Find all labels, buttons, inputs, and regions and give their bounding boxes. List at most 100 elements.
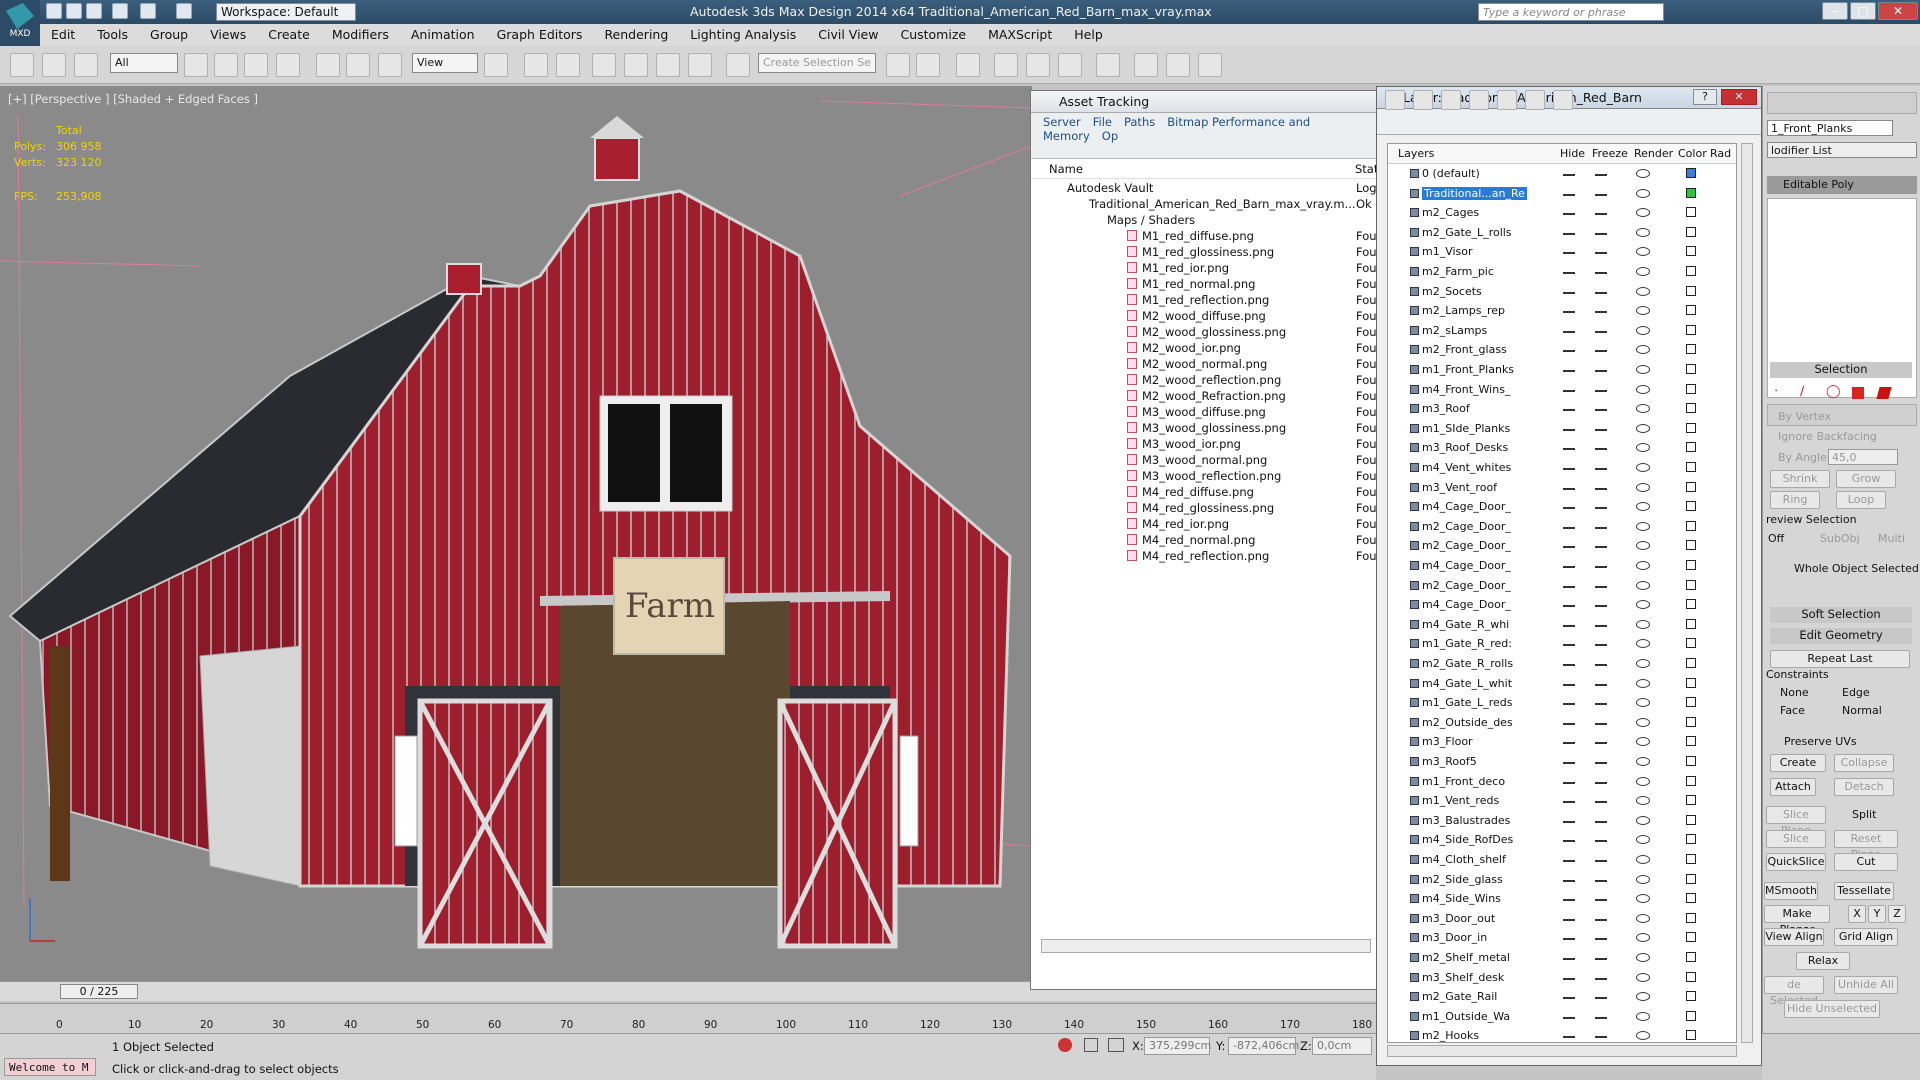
constraint-face-radio[interactable]: Face — [1780, 704, 1805, 717]
layer-v-scrollbar[interactable] — [1741, 143, 1753, 1043]
layer-row[interactable]: m2_Hooks — [1388, 1026, 1728, 1042]
unlink-icon[interactable] — [42, 53, 66, 77]
freeze-toggle[interactable] — [1595, 507, 1607, 510]
repeat-last-button[interactable]: Repeat Last — [1770, 650, 1910, 668]
collapse-button[interactable]: Collapse — [1834, 754, 1894, 772]
hide-toggle[interactable] — [1563, 1016, 1575, 1019]
render-teapot-icon[interactable] — [1636, 619, 1650, 629]
freeze-toggle[interactable] — [1595, 174, 1607, 176]
render-teapot-icon[interactable] — [1636, 227, 1650, 237]
menu-help[interactable]: Help — [1063, 24, 1114, 42]
edit-named-sets-icon[interactable] — [726, 53, 750, 77]
shrink-button[interactable]: Shrink — [1770, 470, 1830, 488]
layer-color-swatch[interactable] — [1686, 834, 1696, 845]
keyboard-shortcut-icon[interactable] — [556, 53, 580, 77]
absolute-mode-icon[interactable] — [1108, 1038, 1124, 1052]
attach-button[interactable]: Attach — [1770, 778, 1816, 796]
layer-color-swatch[interactable] — [1686, 1010, 1696, 1021]
help-button[interactable]: ? — [1693, 89, 1717, 105]
asset-item-row[interactable]: M1_red_normal.png — [1127, 277, 1255, 291]
rendered-frame-window-icon[interactable] — [1166, 53, 1190, 77]
layer-color-swatch[interactable] — [1686, 932, 1696, 943]
freeze-toggle[interactable] — [1595, 487, 1607, 490]
hide-toggle[interactable] — [1563, 252, 1575, 255]
layer-row[interactable]: m1_Front_deco — [1388, 772, 1728, 792]
view-align-button[interactable]: View Align — [1764, 928, 1824, 946]
menu-customize[interactable]: Customize — [889, 24, 977, 42]
layer-color-swatch[interactable] — [1686, 344, 1696, 355]
element-icon[interactable] — [1876, 387, 1892, 399]
render-teapot-icon[interactable] — [1636, 698, 1650, 708]
spinner-snap-icon[interactable] — [688, 53, 712, 77]
hide-toggle[interactable] — [1563, 389, 1575, 392]
asset-item-row[interactable]: M1_red_ior.png — [1127, 261, 1229, 275]
freeze-toggle[interactable] — [1595, 742, 1607, 745]
slice-button[interactable]: Slice — [1766, 830, 1826, 848]
layer-color-swatch[interactable] — [1686, 971, 1696, 982]
angle-snap-icon[interactable] — [624, 53, 648, 77]
layer-row[interactable]: m4_Cage_Door_ — [1388, 497, 1728, 517]
hide-toggle[interactable] — [1563, 938, 1575, 941]
selection-filter-dropdown[interactable]: All — [110, 53, 178, 73]
edit-geometry-rollout[interactable]: Edit Geometry — [1770, 628, 1912, 644]
modifier-list-dropdown[interactable]: lodifier List — [1767, 142, 1917, 158]
layer-row[interactable]: m2_Side_glass — [1388, 870, 1728, 890]
render-teapot-icon[interactable] — [1636, 188, 1650, 198]
layer-row[interactable]: m4_Vent_whites — [1388, 458, 1728, 478]
highlight-layer-icon[interactable] — [1497, 90, 1517, 110]
render-teapot-icon[interactable] — [1636, 286, 1650, 296]
layer-row[interactable]: m1_Gate_L_reds — [1388, 693, 1728, 713]
freeze-toggle[interactable] — [1595, 526, 1607, 529]
workspace-dropdown[interactable]: Workspace: Default — [216, 3, 356, 21]
hide-toggle[interactable] — [1563, 526, 1575, 529]
freeze-toggle[interactable] — [1595, 977, 1607, 980]
layer-color-swatch[interactable] — [1686, 442, 1696, 453]
render-teapot-icon[interactable] — [1636, 835, 1650, 845]
render-teapot-icon[interactable] — [1636, 717, 1650, 727]
layer-color-swatch[interactable] — [1686, 168, 1696, 178]
menu-views[interactable]: Views — [199, 24, 257, 42]
freeze-toggle[interactable] — [1595, 781, 1607, 784]
col-layers[interactable]: Layers — [1398, 147, 1434, 160]
planar-x-button[interactable]: X — [1848, 905, 1866, 923]
freeze-toggle[interactable] — [1595, 664, 1607, 666]
edge-icon[interactable]: ∕ — [1800, 384, 1804, 399]
schematic-view-icon[interactable] — [1058, 53, 1082, 77]
layer-color-swatch[interactable] — [1686, 912, 1696, 923]
freeze-toggle[interactable] — [1595, 546, 1607, 549]
make-planar-button[interactable]: Make Planar — [1764, 905, 1830, 936]
x-coordinate[interactable]: 375,299cm — [1144, 1037, 1211, 1055]
select-object-icon[interactable] — [184, 53, 208, 77]
z-coordinate[interactable]: 0,0cm — [1312, 1037, 1372, 1055]
layer-row[interactable]: m4_Cage_Door_ — [1388, 595, 1728, 615]
hide-toggle[interactable] — [1563, 605, 1575, 608]
asset-item-row[interactable]: M4_red_reflection.png — [1127, 549, 1269, 563]
asset-item-row[interactable]: M4_red_ior.png — [1127, 517, 1229, 531]
layer-color-swatch[interactable] — [1686, 481, 1696, 492]
layer-color-swatch[interactable] — [1686, 795, 1696, 806]
layer-row[interactable]: m3_Shelf_desk — [1388, 968, 1728, 988]
command-panel-tabs[interactable] — [1767, 92, 1917, 114]
layer-row[interactable]: m4_Cage_Door_ — [1388, 556, 1728, 576]
layer-color-swatch[interactable] — [1686, 736, 1696, 747]
layer-color-swatch[interactable] — [1686, 991, 1696, 1002]
layer-row[interactable]: m1_Vent_reds — [1388, 791, 1728, 811]
freeze-toggle[interactable] — [1595, 311, 1607, 314]
ring-button[interactable]: Ring — [1770, 491, 1820, 509]
layer-row[interactable]: m2_Cage_Door_ — [1388, 517, 1728, 537]
hide-toggle[interactable] — [1563, 722, 1575, 725]
perspective-viewport[interactable]: Farm — [0, 86, 1033, 981]
create-button[interactable]: Create — [1770, 754, 1826, 772]
layer-color-swatch[interactable] — [1686, 422, 1696, 433]
hide-toggle[interactable] — [1563, 703, 1575, 706]
layer-row[interactable]: m2_Front_glass — [1388, 340, 1728, 360]
menu-modifiers[interactable]: Modifiers — [321, 24, 400, 42]
grid-align-button[interactable]: Grid Align — [1834, 928, 1898, 946]
freeze-toggle[interactable] — [1595, 703, 1607, 706]
layer-row[interactable]: m3_Roof5 — [1388, 752, 1728, 772]
create-layer-icon[interactable] — [1385, 90, 1405, 110]
hide-toggle[interactable] — [1563, 291, 1575, 294]
open-file-icon[interactable] — [66, 3, 82, 19]
hide-selected-button[interactable]: de Selected — [1764, 976, 1824, 1007]
hide-toggle[interactable] — [1563, 879, 1575, 882]
